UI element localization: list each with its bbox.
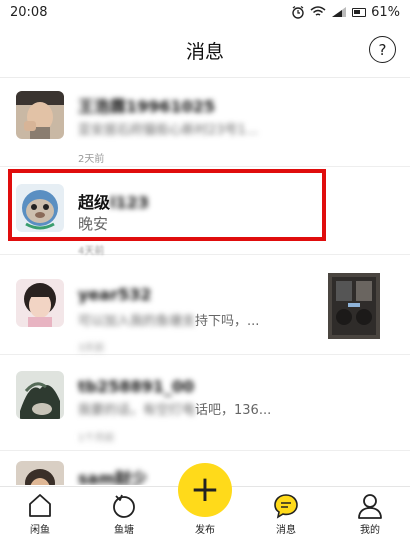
contact-name: year532 — [78, 285, 152, 304]
help-icon: ? — [378, 40, 387, 59]
avatar — [16, 184, 64, 232]
contact-name: tb258891_00 — [78, 377, 195, 396]
page-title: 消息 — [185, 41, 224, 63]
message-preview: 亚安居石府猫街心新村23号1... — [78, 123, 259, 138]
publish-button[interactable]: + — [178, 463, 232, 517]
message-preview-visible: 话吧，136... — [195, 403, 272, 418]
message-time: 2天前 — [78, 154, 105, 165]
item-thumbnail — [328, 273, 380, 339]
avatar — [16, 371, 64, 419]
contact-name: 超级l123 — [78, 189, 149, 213]
status-bar: 20:08 61% — [0, 0, 410, 24]
message-time: 1个月前 — [78, 433, 115, 444]
message-item[interactable]: 超级l123 晚安 4天前 — [0, 167, 410, 257]
avatar — [16, 279, 64, 327]
alarm-icon — [292, 6, 304, 19]
tab-label: 消息 — [276, 525, 296, 536]
status-icons: 61% — [291, 5, 400, 20]
tab-label: 鱼塘 — [114, 525, 134, 536]
message-item[interactable]: 王浩霖19961025 亚安居石府猫街心新村23号1... 2天前 — [0, 79, 410, 167]
tab-label: 我的 — [360, 525, 380, 536]
message-time: 3天前 — [78, 343, 105, 354]
tab-pond[interactable]: 鱼塘 — [89, 487, 159, 540]
header: 消息 ? — [0, 24, 410, 78]
contact-name: sam财少 — [78, 469, 147, 485]
message-list[interactable]: 王浩霖19961025 亚安居石府猫街心新村23号1... 2天前 超级l123… — [0, 79, 410, 485]
contact-name: 王浩霖19961025 — [78, 97, 216, 116]
plus-icon: + — [189, 469, 221, 510]
message-preview: 可以加入我的鱼塘支持下吗，... — [78, 310, 259, 329]
message-preview-hidden: 我要的话，有空打电 — [78, 403, 196, 418]
message-preview: 晚安 — [78, 215, 109, 233]
message-preview-hidden: 可以加入我的鱼塘支 — [78, 314, 196, 329]
avatar — [16, 91, 64, 139]
tab-mine[interactable]: 我的 — [335, 487, 405, 540]
contact-name-visible: 超级 — [78, 193, 111, 212]
avatar — [16, 461, 64, 485]
message-item[interactable]: tb258891_00 我要的话，有空打电话吧，136... 1个月前 — [0, 355, 410, 451]
publish-label: 发布 — [195, 525, 215, 536]
home-icon — [29, 494, 51, 517]
status-time: 20:08 — [10, 4, 48, 20]
profile-icon — [358, 494, 382, 519]
message-item[interactable]: year532 可以加入我的鱼塘支持下吗，... 3天前 — [0, 255, 410, 355]
pond-icon — [113, 494, 135, 518]
tab-xianyu[interactable]: 闲鱼 — [5, 487, 75, 540]
message-icon — [274, 494, 298, 519]
tab-messages[interactable]: 消息 — [251, 487, 321, 540]
message-preview: 我要的话，有空打电话吧，136... — [78, 399, 271, 418]
wifi-icon — [310, 6, 326, 16]
battery-icon — [352, 7, 367, 17]
contact-name-hidden: l123 — [110, 193, 149, 212]
signal-icon — [332, 7, 347, 17]
battery-level: 61% — [371, 4, 400, 20]
message-preview-visible: 持下吗，... — [195, 314, 260, 329]
help-button[interactable]: ? — [369, 36, 396, 63]
tab-label: 闲鱼 — [30, 525, 50, 536]
